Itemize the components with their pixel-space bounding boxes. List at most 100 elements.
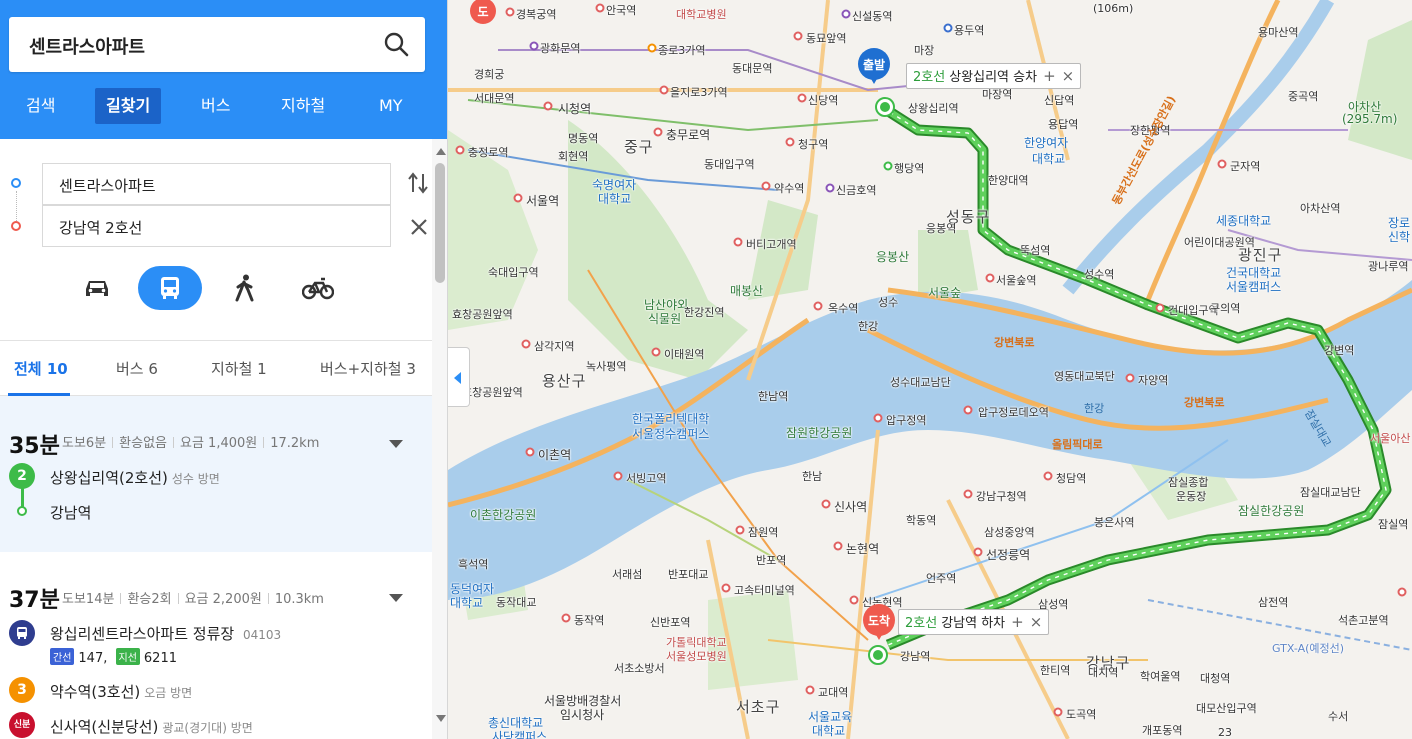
station-marker[interactable] [1217, 159, 1227, 169]
station-marker[interactable] [1397, 587, 1407, 597]
station-marker[interactable] [733, 237, 743, 247]
station-marker[interactable] [1125, 373, 1135, 383]
mode-transit[interactable] [138, 266, 202, 310]
station-marker[interactable] [805, 685, 815, 695]
end-callout[interactable]: 2호선 강남역 하차 + × [898, 609, 1050, 635]
station-marker[interactable] [849, 595, 859, 605]
river-label: 한강 [1084, 402, 1105, 415]
expand-caret-icon[interactable] [389, 440, 403, 448]
map-label: 영동대교북단 [1054, 370, 1115, 383]
station-marker[interactable] [653, 127, 663, 137]
search-box[interactable]: 센트라스아파트 [9, 17, 425, 72]
map-label: 압구정역 [886, 414, 927, 427]
map-label: 식물원 [648, 312, 682, 326]
search-input[interactable]: 센트라스아파트 [29, 33, 145, 59]
map[interactable]: 경복궁역 안국역 대학교병원 신설동역 용두역 (106m) 용마산역 광화문역… [448, 0, 1412, 739]
tab-all[interactable]: 전체 10 [14, 358, 68, 379]
mode-walk[interactable] [213, 266, 277, 310]
collapse-panel-button[interactable] [448, 347, 470, 407]
chevron-left-icon [454, 372, 461, 384]
station-marker[interactable] [963, 405, 973, 415]
tab-subway[interactable]: 지하철 [281, 88, 325, 124]
station-marker[interactable] [841, 9, 851, 19]
station-marker[interactable] [613, 471, 623, 481]
search-icon[interactable] [383, 31, 409, 57]
station-marker[interactable] [595, 3, 605, 13]
station-marker[interactable] [561, 613, 571, 623]
station-marker[interactable] [825, 183, 835, 193]
swap-arrows-icon[interactable] [407, 171, 429, 195]
station-marker[interactable] [963, 489, 973, 499]
station-marker[interactable] [1155, 303, 1165, 313]
station-marker[interactable] [721, 583, 731, 593]
map-label: 삼각지역 [534, 340, 575, 353]
expand-caret-icon[interactable] [389, 594, 403, 602]
add-icon[interactable]: + [1011, 613, 1024, 631]
station-marker[interactable] [761, 181, 771, 191]
station-marker[interactable] [521, 339, 531, 349]
station-marker[interactable] [833, 541, 843, 551]
close-icon[interactable]: × [1062, 67, 1075, 85]
map-label: 대학교 [450, 596, 484, 610]
start-callout[interactable]: 2호선 상왕십리역 승차 + × [906, 63, 1082, 89]
station-marker[interactable] [525, 447, 535, 457]
scrollbar[interactable] [432, 139, 447, 739]
station-marker[interactable] [505, 7, 515, 17]
station-marker[interactable] [821, 499, 831, 509]
start-pin[interactable]: 출발 [858, 48, 890, 92]
station-marker[interactable] [793, 31, 803, 41]
tab-bus-only[interactable]: 버스 6 [116, 358, 158, 379]
route-result[interactable]: 35분 도보6분 환승없음 요금 1,400원 17.2km 2 상왕십리역(2호선)… [0, 396, 432, 552]
station-marker[interactable] [973, 547, 983, 557]
station-marker[interactable] [513, 193, 523, 203]
map-label: 이촌역 [538, 448, 572, 462]
tab-my[interactable]: MY [379, 88, 403, 124]
scroll-down-icon[interactable] [436, 715, 446, 722]
start-pin-label: 출발 [862, 58, 886, 72]
tab-directions[interactable]: 길찾기 [95, 88, 162, 124]
map-label: 언주역 [926, 572, 957, 585]
destination-field[interactable]: 강남역 2호선 [42, 205, 391, 247]
station-marker[interactable] [785, 137, 795, 147]
station-marker[interactable] [735, 525, 745, 535]
scroll-up-icon[interactable] [436, 148, 446, 155]
callout-text: 강남역 하차 [941, 616, 1006, 631]
add-icon[interactable]: + [1043, 67, 1056, 85]
map-label: 한강진역 [684, 306, 725, 319]
map-label: 약수역 [774, 182, 805, 195]
station-marker[interactable] [651, 347, 661, 357]
step-station: 약수역(3호선) 오금 방면 [50, 683, 193, 701]
tab-bus[interactable]: 버스 [201, 88, 230, 124]
station-marker[interactable] [543, 101, 553, 111]
mode-bicycle[interactable] [286, 266, 350, 310]
scroll-thumb[interactable] [435, 163, 445, 283]
station-marker[interactable] [1043, 471, 1053, 481]
station-marker[interactable] [659, 85, 669, 95]
route-duration: 37분 [9, 588, 60, 613]
route-result[interactable]: 37분 도보14분 환승2회 요금 2,200원 10.3km 왕십리센트라스아파트 … [0, 568, 432, 739]
station-marker[interactable] [985, 273, 995, 283]
map-label: 충정로역 [468, 146, 509, 159]
tab-search[interactable]: 검색 [26, 88, 55, 124]
station-marker[interactable] [529, 41, 539, 51]
station-marker[interactable] [647, 43, 657, 53]
end-pin[interactable]: 도착 [863, 604, 895, 648]
station-marker[interactable] [873, 413, 883, 423]
station-marker[interactable] [455, 145, 465, 155]
destination-value: 강남역 2호선 [59, 219, 143, 237]
station-marker[interactable] [1053, 707, 1063, 717]
close-icon[interactable]: × [1030, 613, 1043, 631]
origin-field[interactable]: 센트라스아파트 [42, 163, 391, 205]
road-label: 강변북로 [994, 336, 1035, 349]
close-icon[interactable] [408, 216, 430, 238]
station-marker[interactable] [883, 161, 893, 171]
mode-car[interactable] [65, 266, 129, 310]
station-marker[interactable] [813, 301, 823, 311]
map-label: 상왕십리역 [908, 102, 959, 115]
tab-bus-subway[interactable]: 버스+지하철 3 [320, 358, 416, 379]
station-marker[interactable] [943, 23, 953, 33]
station-marker[interactable] [797, 93, 807, 103]
tab-subway-only[interactable]: 지하철 1 [211, 358, 267, 379]
area-label: 서초구 [736, 698, 781, 716]
poi-pin[interactable]: 도 [470, 0, 496, 34]
